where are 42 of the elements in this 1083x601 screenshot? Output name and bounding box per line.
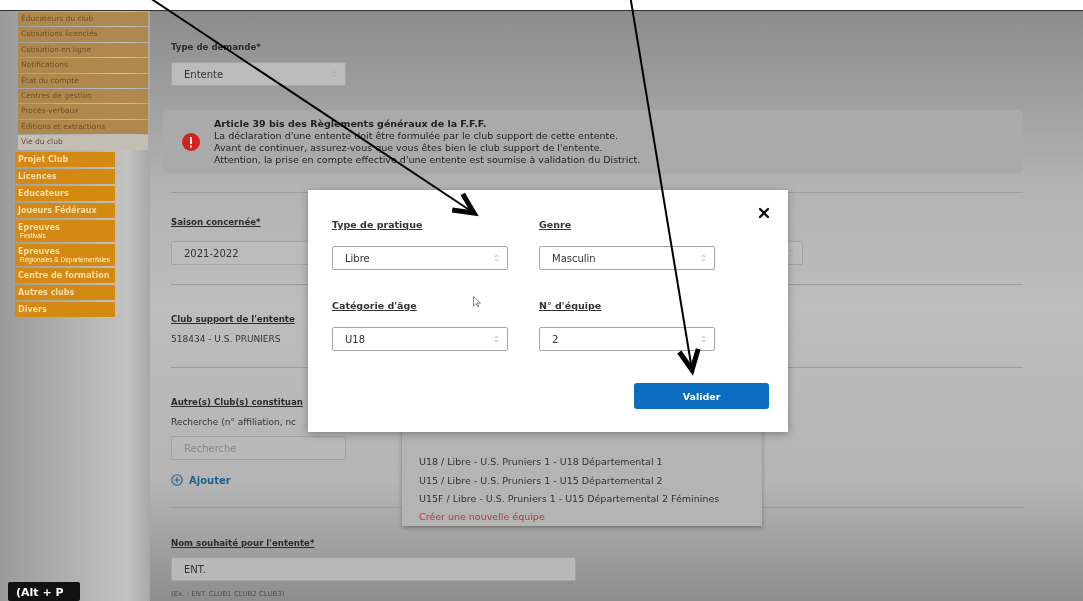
sidebar-item[interactable]: Divers <box>15 301 115 317</box>
field-label: Genre <box>539 219 572 230</box>
sidebar-item[interactable]: Licences <box>15 168 115 184</box>
sidebar-item[interactable]: Centre de formation <box>15 267 115 283</box>
dropdown-option[interactable]: U15F / Libre - U.S. Pruniers 1 - U15 Départemental 2 Féminines <box>419 490 762 509</box>
sidebar-item-label: Epreuves <box>18 222 60 232</box>
updown-arrows-icon <box>701 334 706 344</box>
sidebar-item[interactable]: Autres clubs <box>15 284 115 300</box>
alert-icon <box>182 133 200 151</box>
sidebar-item-label: Epreuves <box>18 246 60 256</box>
field-label: Saison concernée* <box>171 217 261 227</box>
field-label: Catégorie d'âge <box>332 300 417 311</box>
select-field[interactable]: 2 <box>539 327 715 351</box>
validate-button[interactable]: Valider <box>634 383 769 409</box>
close-icon <box>756 205 772 221</box>
field-value: 518434 - U.S. PRUNIERS <box>171 334 281 344</box>
updown-arrows-icon <box>701 253 706 263</box>
sidebar-item[interactable]: Projet Club <box>15 151 115 167</box>
field-label: Club support de l'entente <box>171 314 295 324</box>
create-team-link[interactable]: Créer une nouvelle équipe <box>419 508 762 525</box>
select-field[interactable]: U18 <box>332 327 508 351</box>
plus-circle-icon <box>171 474 183 486</box>
field-hint: Recherche (n° affiliation, nc <box>171 417 297 427</box>
name-field[interactable]: ENT. <box>171 557 576 581</box>
field-label: Autre(s) Club(s) constituan <box>171 397 303 407</box>
select-field[interactable]: Masculin <box>539 246 715 270</box>
dropdown-option[interactable]: U18 / Libre - U.S. Pruniers 1 - U18 Départemental 1 <box>419 453 762 472</box>
select-field[interactable]: Entente <box>171 62 346 86</box>
shortcut-tooltip: (Alt + P <box>8 582 80 601</box>
field-label: Nom souhaité pour l'entente* <box>171 538 315 548</box>
add-link[interactable]: Ajouter <box>171 474 231 486</box>
cursor-icon <box>473 296 481 308</box>
sidebar-item[interactable]: Educateurs <box>15 185 115 201</box>
dropdown-option[interactable]: U15 / Libre - U.S. Pruniers 1 - U15 Départemental 2 <box>419 471 762 490</box>
updown-arrows-icon <box>789 248 794 258</box>
updown-arrows-icon <box>494 334 499 344</box>
field-label: N° d'équipe <box>539 300 602 311</box>
close-button[interactable] <box>756 205 772 221</box>
select-field[interactable]: Libre <box>332 246 508 270</box>
field-label: Type de pratique <box>332 219 423 230</box>
updown-arrows-icon <box>494 253 499 263</box>
sidebar-item[interactable]: Joueurs Fédéraux <box>15 202 115 218</box>
